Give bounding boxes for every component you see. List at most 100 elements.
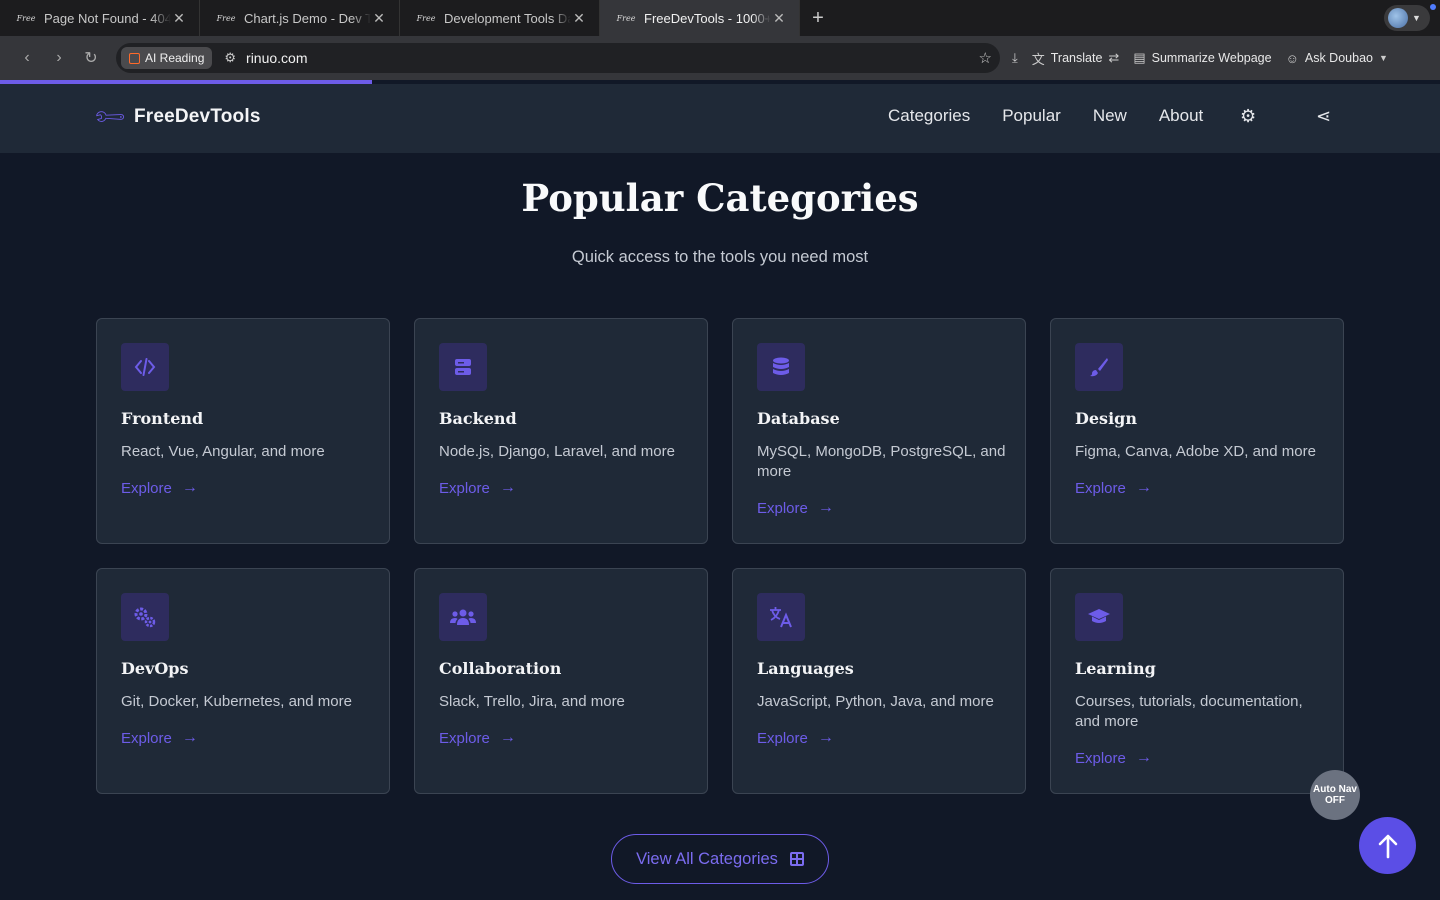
ai-reading-button[interactable]: AI Reading [121,47,213,69]
sliders-icon[interactable]: ⇄ [1108,50,1119,66]
tab-title: Chart.js Demo - Dev Tools [244,10,371,26]
avatar [1388,8,1408,28]
back-icon[interactable]: ‹ [11,49,43,67]
nav-new[interactable]: New [1093,106,1127,126]
close-tab-icon[interactable]: ✕ [171,10,187,27]
paintbrush-icon [1075,343,1123,391]
category-description: Node.js, Django, Laravel, and more [439,443,675,460]
favicon-icon: Free [16,13,36,23]
translate-button[interactable]: 文 Translate ⇄ [1032,49,1120,68]
arrow-right-icon: → [817,499,834,516]
chevron-down-icon[interactable]: ▼ [1379,53,1388,63]
category-card-learning[interactable]: Learning Courses, tutorials, documentati… [1050,568,1344,794]
ask-label: Ask Doubao [1304,51,1373,65]
category-card-design[interactable]: Design Figma, Canva, Adobe XD, and more … [1050,318,1344,544]
close-tab-icon[interactable]: ✕ [571,10,587,27]
share-icon[interactable]: ⋖ [1316,106,1331,127]
gears-icon [121,593,169,641]
address-bar[interactable]: AI Reading ⚙ rinuo.com ☆ [116,43,1000,73]
tab-title: Development Tools Dashboard [444,10,571,26]
auto-nav-toggle[interactable]: Auto Nav OFF [1310,770,1360,820]
category-description: JavaScript, Python, Java, and more [757,693,994,710]
auto-nav-state: OFF [1325,795,1345,806]
translate-icon: 文 [1031,51,1045,67]
explore-link[interactable]: Explore → [1075,749,1152,767]
gear-icon[interactable]: ⚙ [1240,106,1256,127]
explore-link[interactable]: Explore → [1075,479,1152,497]
explore-label: Explore [1075,749,1126,767]
category-card-frontend[interactable]: Frontend React, Vue, Angular, and more E… [96,318,390,544]
browser-tab[interactable]: Free Development Tools Dashboard ✕ [400,0,600,36]
arrow-right-icon: → [181,729,198,746]
site-header: 🔧︎ FreeDevTools Categories Popular New A… [0,84,1440,153]
main-nav: Categories Popular New About [888,106,1203,126]
summarize-button[interactable]: ▤ Summarize Webpage [1133,50,1271,66]
plus-icon[interactable]: + [800,0,836,36]
document-icon: ▤ [1133,50,1146,65]
category-description: Git, Docker, Kubernetes, and more [121,693,352,710]
explore-link[interactable]: Explore → [757,499,834,517]
view-all-categories-button[interactable]: View All Categories [611,834,829,884]
page-subtitle: Quick access to the tools you need most [571,248,869,266]
category-description: Slack, Trello, Jira, and more [439,693,625,710]
category-card-languages[interactable]: Languages JavaScript, Python, Java, and … [732,568,1026,794]
category-card-database[interactable]: Database MySQL, MongoDB, PostgreSQL, and… [732,318,1026,544]
database-icon [757,343,805,391]
explore-label: Explore [757,729,808,747]
ask-doubao-button[interactable]: ☺ Ask Doubao ▼ [1286,51,1388,66]
profile-menu-button[interactable]: ▼ [1384,5,1430,31]
graduation-cap-icon [1075,593,1123,641]
explore-link[interactable]: Explore → [121,729,198,747]
site-settings-icon[interactable]: ⚙ [224,50,236,66]
browser-tab[interactable]: Free Page Not Found - 404 ✕ [0,0,200,36]
grid-icon [789,852,804,866]
arrow-right-icon: → [1135,479,1152,496]
category-title: Backend [439,409,517,428]
browser-tab-bar: Free Page Not Found - 404 ✕ Free Chart.j… [0,0,1440,36]
reload-icon[interactable]: ↻ [75,48,107,68]
server-icon [439,343,487,391]
arrow-right-icon: → [499,479,516,496]
favicon-icon: Free [616,13,636,23]
category-title: Frontend [121,409,204,428]
category-description: Figma, Canva, Adobe XD, and more [1075,443,1316,460]
url-text[interactable]: rinuo.com [246,50,307,66]
explore-link[interactable]: Explore → [757,729,834,747]
browser-tab[interactable]: Free Chart.js Demo - Dev Tools ✕ [200,0,400,36]
download-icon[interactable]: ⤓ [1012,50,1018,66]
forward-icon[interactable]: › [43,49,75,67]
view-all-label: View All Categories [636,849,778,868]
wrench-icon: 🔧︎ [90,97,129,136]
notification-dot [1430,4,1436,10]
category-card-collaboration[interactable]: Collaboration Slack, Trello, Jira, and m… [414,568,708,794]
page-title: Popular Categories [521,176,919,220]
category-card-backend[interactable]: Backend Node.js, Django, Laravel, and mo… [414,318,708,544]
category-description: React, Vue, Angular, and more [121,443,325,460]
explore-link[interactable]: Explore → [439,479,516,497]
toolbar-actions: ⤓ 文 Translate ⇄ ▤ Summarize Webpage ☺ As… [1012,36,1388,80]
explore-link[interactable]: Explore → [121,479,198,497]
arrow-up-icon [1378,834,1397,858]
category-description: MySQL, MongoDB, PostgreSQL, and more [757,443,1006,480]
category-title: Design [1075,409,1137,428]
nav-about[interactable]: About [1159,106,1203,126]
category-title: Collaboration [439,659,562,678]
explore-label: Explore [121,479,172,497]
bookmark-star-icon[interactable]: ☆ [979,49,992,67]
tab-title: FreeDevTools - 1000+ [644,10,771,26]
nav-categories[interactable]: Categories [888,106,970,126]
explore-label: Explore [439,479,490,497]
explore-label: Explore [439,729,490,747]
summarize-label: Summarize Webpage [1151,51,1272,65]
favicon-icon: Free [416,13,436,23]
brand-logo[interactable]: 🔧︎ FreeDevTools [91,98,261,135]
browser-tab-active[interactable]: Free FreeDevTools - 1000+ ✕ [600,0,800,36]
scroll-to-top-button[interactable] [1359,817,1416,874]
category-title: Learning [1075,659,1156,678]
close-tab-icon[interactable]: ✕ [371,10,387,27]
category-card-devops[interactable]: DevOps Git, Docker, Kubernetes, and more… [96,568,390,794]
explore-label: Explore [1075,479,1126,497]
explore-link[interactable]: Explore → [439,729,516,747]
nav-popular[interactable]: Popular [1002,106,1061,126]
close-tab-icon[interactable]: ✕ [771,10,787,27]
